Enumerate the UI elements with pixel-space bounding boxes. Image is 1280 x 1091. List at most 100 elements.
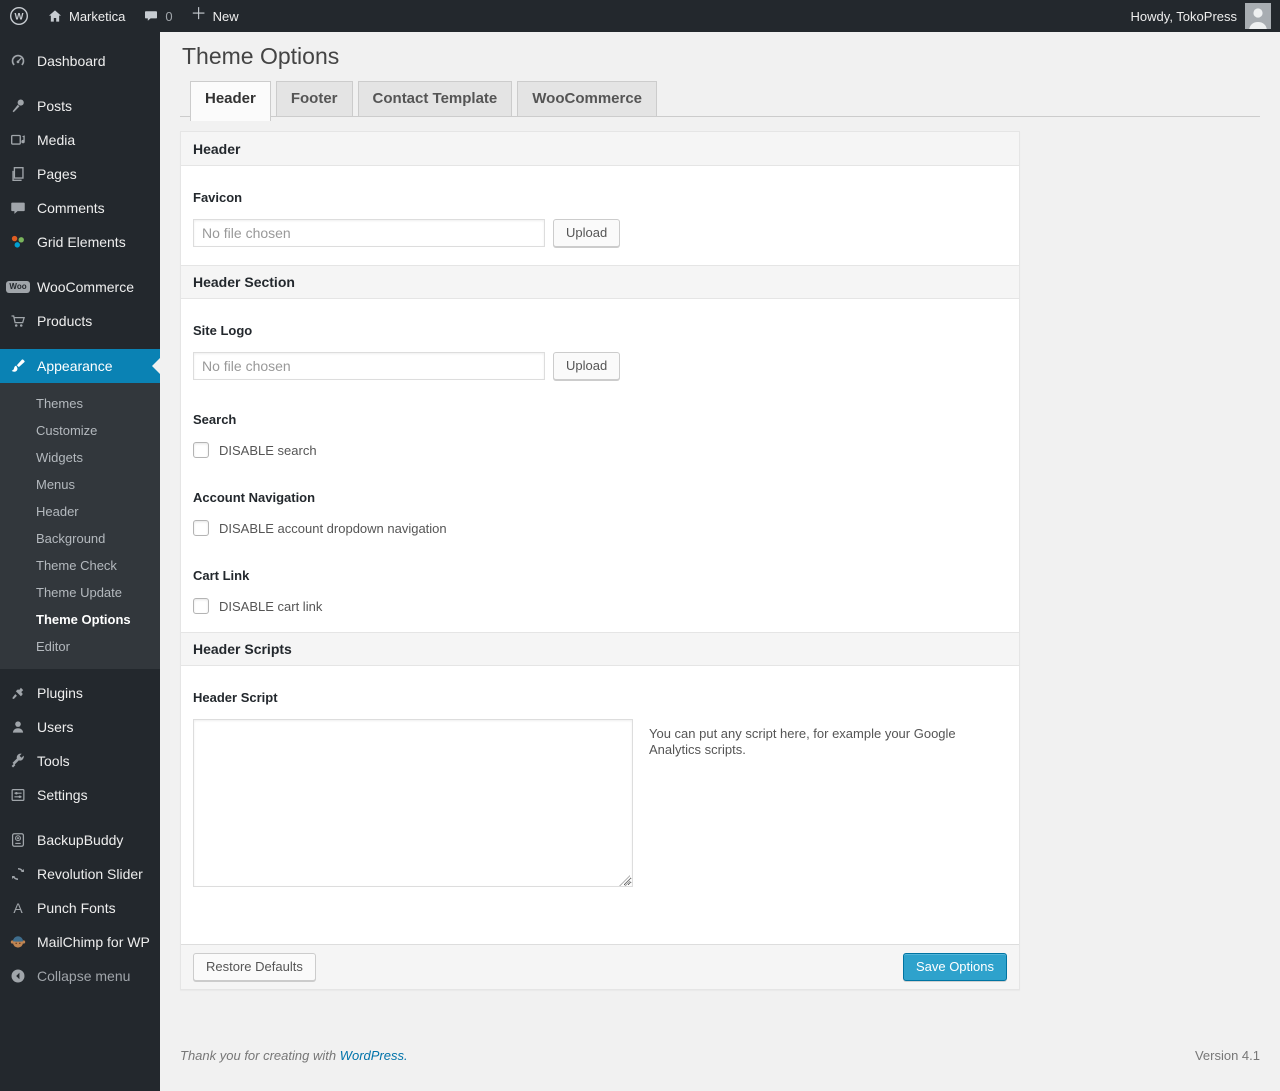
sidebar-item-pages[interactable]: Pages bbox=[0, 157, 160, 191]
media-icon bbox=[8, 131, 28, 149]
plus-icon: ＋ bbox=[190, 6, 207, 23]
sidebar-item-tools[interactable]: Tools bbox=[0, 744, 160, 778]
search-label: Search bbox=[193, 412, 237, 427]
sidebar-item-label: Media bbox=[37, 132, 76, 148]
tab-bar: Header Footer Contact Template WooCommerce bbox=[180, 81, 1260, 121]
sidebar-item-comments[interactable]: Comments bbox=[0, 191, 160, 225]
comments-menu[interactable]: 0 bbox=[134, 0, 181, 32]
tab-contact-template[interactable]: Contact Template bbox=[357, 81, 513, 117]
sidebar-item-label: WooCommerce bbox=[37, 279, 134, 295]
sidebar-item-media[interactable]: Media bbox=[0, 123, 160, 157]
submenu-item-widgets[interactable]: Widgets bbox=[0, 444, 160, 471]
wordpress-logo-icon: W bbox=[9, 6, 29, 26]
pages-icon bbox=[8, 165, 28, 183]
page-footer: Thank you for creating with WordPress. V… bbox=[180, 1048, 1260, 1077]
disable-search-checkbox[interactable] bbox=[193, 442, 209, 458]
header-script-label: Header Script bbox=[193, 690, 278, 705]
submenu-item-themes[interactable]: Themes bbox=[0, 390, 160, 417]
site-logo-upload-button[interactable]: Upload bbox=[553, 352, 621, 380]
header-script-help-text: You can put any script here, for example… bbox=[649, 726, 956, 757]
disable-cart-link-checkbox[interactable] bbox=[193, 598, 209, 614]
menu-separator bbox=[0, 78, 160, 89]
site-name: Marketica bbox=[69, 8, 126, 24]
site-logo-file-input[interactable] bbox=[193, 352, 545, 380]
account-menu[interactable]: Howdy, TokoPress bbox=[1131, 0, 1280, 32]
sidebar-item-plugins[interactable]: Plugins bbox=[0, 676, 160, 710]
theme-options-panel: Header Favicon Upload Header Section Sit… bbox=[180, 131, 1020, 990]
restore-defaults-button[interactable]: Restore Defaults bbox=[193, 953, 316, 981]
settings-icon bbox=[8, 786, 28, 804]
sidebar-item-dashboard[interactable]: Dashboard bbox=[0, 44, 160, 78]
sidebar-item-label: Posts bbox=[37, 98, 73, 114]
submenu-item-editor[interactable]: Editor bbox=[0, 633, 160, 660]
mailchimp-monkey-icon bbox=[8, 933, 28, 951]
tab-footer[interactable]: Footer bbox=[275, 81, 353, 117]
comment-bubble-icon bbox=[143, 8, 159, 24]
sidebar-item-posts[interactable]: Posts bbox=[0, 89, 160, 123]
sidebar-item-label: Plugins bbox=[37, 685, 83, 701]
pushpin-icon bbox=[8, 97, 28, 115]
disable-account-navigation-label: DISABLE account dropdown navigation bbox=[219, 520, 447, 536]
cart-icon bbox=[8, 312, 28, 330]
sidebar-item-settings[interactable]: Settings bbox=[0, 778, 160, 812]
submenu-item-customize[interactable]: Customize bbox=[0, 417, 160, 444]
submenu-item-background[interactable]: Background bbox=[0, 525, 160, 552]
favicon-label: Favicon bbox=[193, 190, 243, 205]
account-navigation-label: Account Navigation bbox=[193, 490, 316, 505]
main-content: Theme Options Header Footer Contact Templa… bbox=[160, 32, 1280, 1091]
sidebar-item-woocommerce[interactable]: Woo WooCommerce bbox=[0, 270, 160, 304]
footer-version: Version 4.1 bbox=[1194, 1048, 1260, 1063]
wordpress-logo-menu[interactable]: W bbox=[0, 0, 38, 32]
sidebar-item-label: Comments bbox=[37, 200, 105, 216]
sidebar-item-products[interactable]: Products bbox=[0, 304, 160, 338]
sidebar-item-mailchimp[interactable]: MailChimp for WP bbox=[0, 925, 160, 959]
avatar bbox=[1245, 3, 1271, 29]
sidebar-item-label: Users bbox=[37, 719, 74, 735]
disable-account-navigation-checkbox[interactable] bbox=[193, 520, 209, 536]
tab-header[interactable]: Header bbox=[190, 81, 271, 121]
comment-count: 0 bbox=[165, 8, 173, 24]
favicon-file-input[interactable] bbox=[193, 219, 545, 247]
submenu-item-theme-check[interactable]: Theme Check bbox=[0, 552, 160, 579]
tab-woocommerce[interactable]: WooCommerce bbox=[517, 81, 658, 117]
sidebar-item-collapse-menu[interactable]: Collapse menu bbox=[0, 959, 160, 993]
user-icon bbox=[8, 718, 28, 736]
admin-bar: W Marketica 0 ＋ New Howdy, TokoPress bbox=[0, 0, 1280, 32]
sidebar-item-label: Appearance bbox=[37, 358, 113, 374]
woocommerce-badge-icon: Woo bbox=[6, 281, 30, 293]
submenu-item-header[interactable]: Header bbox=[0, 498, 160, 525]
svg-text:W: W bbox=[15, 12, 24, 23]
sidebar-item-label: Settings bbox=[37, 787, 88, 803]
site-logo-label: Site Logo bbox=[193, 323, 253, 338]
save-options-button[interactable]: Save Options bbox=[902, 953, 1007, 981]
circular-arrows-icon bbox=[8, 865, 28, 883]
submenu-item-theme-update[interactable]: Theme Update bbox=[0, 579, 160, 606]
grid-elements-icon bbox=[8, 233, 28, 251]
appearance-submenu: Themes Customize Widgets Menus Header Ba… bbox=[0, 383, 160, 669]
sidebar-item-grid-elements[interactable]: Grid Elements bbox=[0, 225, 160, 259]
sidebar-item-label: Pages bbox=[37, 166, 77, 182]
new-content-menu[interactable]: ＋ New bbox=[182, 0, 248, 32]
wordpress-link[interactable]: WordPress. bbox=[340, 1048, 408, 1063]
header-script-textarea[interactable] bbox=[193, 719, 633, 887]
sidebar-item-backupbuddy[interactable]: BackupBuddy bbox=[0, 823, 160, 857]
sidebar-item-revolution-slider[interactable]: Revolution Slider bbox=[0, 857, 160, 891]
footer-thanks-text: Thank you for creating with WordPress. bbox=[180, 1048, 408, 1063]
sidebar-item-label: Grid Elements bbox=[37, 234, 126, 250]
menu-separator bbox=[0, 812, 160, 823]
submenu-item-theme-options[interactable]: Theme Options bbox=[0, 606, 160, 633]
sidebar-item-label: Tools bbox=[37, 753, 70, 769]
disable-cart-link-label: DISABLE cart link bbox=[219, 598, 323, 614]
favicon-upload-button[interactable]: Upload bbox=[553, 219, 621, 247]
site-name-menu[interactable]: Marketica bbox=[38, 0, 134, 32]
sidebar-item-label: Collapse menu bbox=[37, 968, 131, 984]
menu-separator bbox=[0, 338, 160, 349]
backup-drive-icon bbox=[8, 831, 28, 849]
sidebar-item-label: Dashboard bbox=[37, 53, 106, 69]
paintbrush-icon bbox=[8, 357, 28, 375]
submenu-item-menus[interactable]: Menus bbox=[0, 471, 160, 498]
sidebar-item-users[interactable]: Users bbox=[0, 710, 160, 744]
sidebar-item-appearance[interactable]: Appearance bbox=[0, 349, 160, 383]
wrench-icon bbox=[8, 752, 28, 770]
sidebar-item-punch-fonts[interactable]: A Punch Fonts bbox=[0, 891, 160, 925]
